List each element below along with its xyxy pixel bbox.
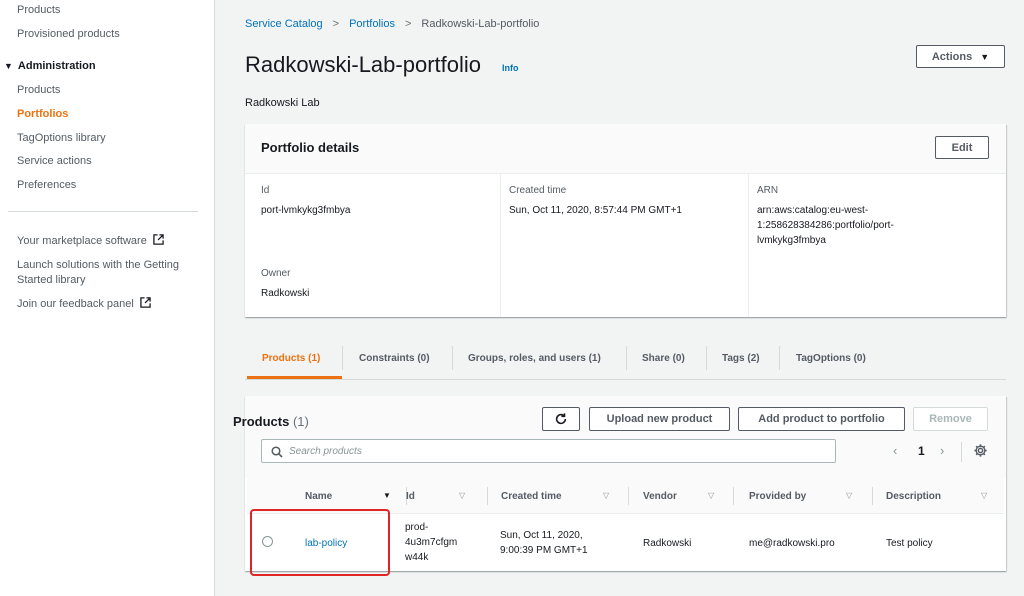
external-link-icon — [140, 297, 151, 308]
sidebar-item-admin-products[interactable]: Products — [17, 84, 60, 96]
sort-icon[interactable]: ▽ — [459, 491, 465, 500]
tab-separator — [706, 346, 707, 370]
sidebar-link-marketplace[interactable]: Your marketplace software — [17, 234, 164, 247]
sort-icon[interactable]: ▽ — [981, 491, 987, 500]
tabs-divider — [245, 379, 1006, 380]
add-product-to-portfolio-button[interactable]: Add product to portfolio — [738, 407, 905, 431]
tab-separator — [452, 346, 453, 370]
sidebar-item-service-actions[interactable]: Service actions — [17, 155, 92, 167]
sidebar-heading-administration[interactable]: ▼ Administration — [4, 60, 96, 72]
column-header-created-time[interactable]: Created time — [501, 478, 562, 514]
tab-constraints[interactable]: Constraints (0) — [359, 338, 430, 378]
tab-share[interactable]: Share (0) — [642, 338, 685, 378]
column-separator — [872, 487, 873, 505]
chevron-right-icon: > — [332, 18, 340, 30]
search-icon — [271, 446, 283, 458]
owner-value: Radkowski — [261, 288, 310, 299]
refresh-icon — [555, 413, 567, 425]
tabs-bar: Products (1) Constraints (0) Groups, rol… — [245, 338, 1005, 380]
external-link-icon — [153, 234, 164, 245]
portfolio-details-panel: Portfolio details Edit Id port-lvmkykg3f… — [245, 124, 1006, 317]
id-value: port-lvmkykg3fmbya — [261, 205, 351, 216]
caret-down-icon: ▼ — [4, 61, 13, 71]
owner-label: Owner — [261, 268, 291, 279]
page-title: Radkowski-Lab-portfolio — [245, 52, 481, 77]
sidebar: Products Provisioned products ▼ Administr… — [0, 0, 215, 596]
arn-label: ARN — [757, 185, 779, 196]
sidebar-link-feedback[interactable]: Join our feedback panel — [17, 297, 151, 310]
chevron-right-icon: > — [404, 18, 412, 30]
products-title: Products (1) — [233, 414, 309, 429]
column-header-vendor[interactable]: Vendor — [643, 478, 677, 514]
sidebar-item-provisioned-products[interactable]: Provisioned products — [17, 28, 120, 40]
sidebar-link-getting-started[interactable]: Launch solutions with the Getting Starte… — [17, 258, 179, 288]
sidebar-item-portfolios[interactable]: Portfolios — [17, 108, 68, 120]
column-header-id[interactable]: Id — [406, 478, 415, 514]
tab-separator — [626, 346, 627, 370]
arn-value: arn:aws:catalog:eu-west- 1:258628384286:… — [757, 205, 894, 246]
gear-icon[interactable] — [973, 443, 988, 458]
sort-icon[interactable]: ▽ — [708, 491, 714, 500]
product-provided-by: me@radkowski.pro — [749, 538, 835, 549]
page-subtitle: Radkowski Lab — [245, 97, 320, 109]
breadcrumb-current: Radkowski-Lab-portfolio — [421, 18, 540, 30]
sort-icon[interactable]: ▽ — [846, 491, 852, 500]
page-number[interactable]: 1 — [918, 444, 925, 458]
column-separator — [733, 487, 734, 505]
column-header-provided-by[interactable]: Provided by — [749, 478, 806, 514]
tab-groups-roles-users[interactable]: Groups, roles, and users (1) — [468, 338, 601, 378]
breadcrumb: Service Catalog > Portfolios > Radkowski-Lab… — [245, 18, 539, 30]
previous-page-icon[interactable]: ‹ — [893, 443, 897, 458]
info-link[interactable]: Info — [502, 63, 519, 73]
refresh-button[interactable] — [542, 407, 580, 431]
product-description: Test policy — [886, 538, 933, 549]
created-time-value: Sun, Oct 11, 2020, 8:57:44 PM GMT+1 — [509, 205, 682, 216]
product-vendor: Radkowski — [643, 538, 692, 549]
tab-products[interactable]: Products (1) — [262, 338, 320, 378]
search-box — [261, 439, 836, 463]
portfolio-details-title: Portfolio details — [261, 140, 360, 155]
tab-separator — [342, 346, 343, 370]
sort-descending-icon[interactable]: ▼ — [383, 491, 391, 500]
actions-button[interactable]: Actions ▼ — [916, 45, 1005, 68]
created-time-label: Created time — [509, 185, 567, 196]
sidebar-divider — [8, 211, 198, 212]
products-count: (1) — [292, 414, 309, 429]
caret-down-icon: ▼ — [980, 51, 990, 62]
edit-button[interactable]: Edit — [935, 136, 989, 159]
column-header-description[interactable]: Description — [886, 478, 941, 514]
column-divider — [500, 174, 501, 317]
sidebar-item-tagoptions-library[interactable]: TagOptions library — [17, 132, 106, 144]
panel-header: Portfolio details — [245, 124, 1006, 174]
product-created-time: Sun, Oct 11, 2020, 9:00:39 PM GMT+1 — [500, 530, 588, 556]
remove-button[interactable]: Remove — [913, 407, 988, 431]
search-input[interactable] — [289, 443, 819, 459]
main-content: Service Catalog > Portfolios > Radkowski-Lab… — [216, 0, 1024, 596]
sidebar-item-products[interactable]: Products — [17, 4, 60, 16]
column-divider — [748, 174, 749, 317]
next-page-icon[interactable]: › — [940, 443, 944, 458]
upload-new-product-button[interactable]: Upload new product — [589, 407, 730, 431]
breadcrumb-portfolios[interactable]: Portfolios — [349, 18, 395, 30]
pager-divider — [961, 442, 962, 462]
product-id: prod- 4u3m7cfgm w44k — [405, 522, 458, 563]
column-separator — [487, 487, 488, 505]
tab-tags[interactable]: Tags (2) — [722, 338, 760, 378]
column-separator — [628, 487, 629, 505]
highlight-annotation — [250, 509, 390, 576]
id-label: Id — [261, 185, 270, 196]
breadcrumb-service-catalog[interactable]: Service Catalog — [245, 18, 323, 30]
tab-tagoptions[interactable]: TagOptions (0) — [796, 338, 866, 378]
tab-separator — [779, 346, 780, 370]
sidebar-item-preferences[interactable]: Preferences — [17, 179, 76, 191]
sort-icon[interactable]: ▽ — [603, 491, 609, 500]
